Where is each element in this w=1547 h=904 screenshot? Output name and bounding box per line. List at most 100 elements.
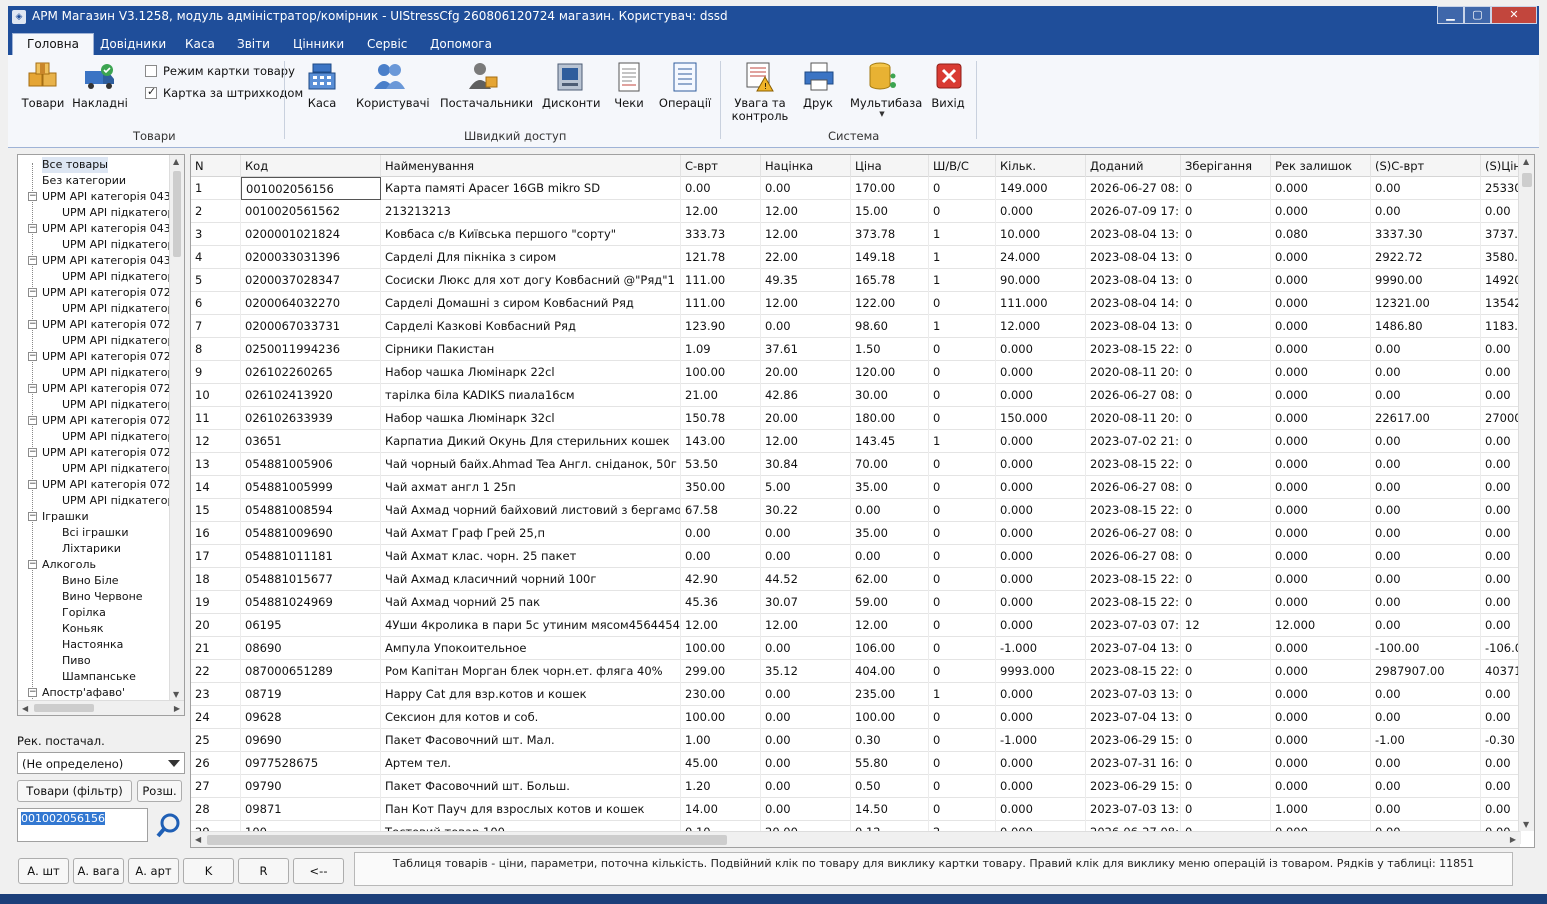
receipts-button[interactable]: Чеки xyxy=(612,61,646,110)
table-cell[interactable]: 0.00 xyxy=(681,545,761,568)
table-row[interactable]: 7 0200067033731 Сарделі Казкові Ковбасний … xyxy=(191,315,1521,338)
table-cell[interactable]: тарілка біла KADIKS пиала16см xyxy=(381,384,681,407)
table-cell[interactable]: 100.00 xyxy=(681,706,761,729)
table-cell[interactable]: 026102260265 xyxy=(241,361,381,384)
table-cell[interactable]: 0 xyxy=(1181,637,1271,660)
table-cell[interactable]: 0.00 xyxy=(1481,775,1521,798)
table-cell[interactable]: 213213213 xyxy=(381,200,681,223)
column-header[interactable]: Зберігання xyxy=(1181,155,1271,177)
table-cell[interactable]: 0 xyxy=(1181,499,1271,522)
table-cell[interactable]: 0 xyxy=(1181,338,1271,361)
table-row[interactable]: 21 08690 Ампула Упокоительное 100.00 0.00 106… xyxy=(191,637,1521,660)
table-cell[interactable]: 0 xyxy=(1181,522,1271,545)
table-cell[interactable]: 0 xyxy=(1181,361,1271,384)
tree-node[interactable]: UPM API підкатегорія xyxy=(62,397,184,413)
table-cell[interactable]: 106.00 xyxy=(851,637,929,660)
table-cell[interactable]: 14.00 xyxy=(681,798,761,821)
table-cell[interactable]: 1 xyxy=(929,683,996,706)
table-cell[interactable]: 12321.00 xyxy=(1371,292,1481,315)
table-cell[interactable]: 373.78 xyxy=(851,223,929,246)
table-cell[interactable]: 1486.80 xyxy=(1371,315,1481,338)
table-cell[interactable]: 12.000 xyxy=(1271,614,1371,637)
table-cell[interactable]: 2023-07-04 13:... xyxy=(1086,706,1181,729)
table-cell[interactable]: 2026-06-27 08:... xyxy=(1086,522,1181,545)
table-cell[interactable]: 24.000 xyxy=(996,246,1086,269)
collapse-icon[interactable]: − xyxy=(28,288,37,297)
table-cell[interactable]: 2023-08-04 13:... xyxy=(1086,246,1181,269)
table-row[interactable]: 23 08719 Happy Cat для взр.котов и кошек 23… xyxy=(191,683,1521,706)
table-cell[interactable]: 0.000 xyxy=(1271,269,1371,292)
table-cell[interactable]: 1.20 xyxy=(681,775,761,798)
table-cell[interactable]: 0 xyxy=(929,752,996,775)
table-cell[interactable]: 0.000 xyxy=(996,568,1086,591)
table-cell[interactable]: 0 xyxy=(929,591,996,614)
table-cell[interactable]: 0 xyxy=(929,407,996,430)
table-cell[interactable]: 0.00 xyxy=(1371,591,1481,614)
collapse-icon[interactable]: − xyxy=(28,448,37,457)
table-cell[interactable]: 0.00 xyxy=(1481,614,1521,637)
table-cell[interactable]: 100.00 xyxy=(681,637,761,660)
scrollbar-thumb[interactable] xyxy=(34,704,94,712)
table-cell[interactable]: 0.080 xyxy=(1271,223,1371,246)
table-cell[interactable]: 111.00 xyxy=(681,292,761,315)
table-cell[interactable]: 3737.8 xyxy=(1481,223,1521,246)
table-cell[interactable]: 0 xyxy=(1181,315,1271,338)
table-cell[interactable]: 2023-06-29 15:... xyxy=(1086,729,1181,752)
table-cell[interactable]: 0.00 xyxy=(1481,476,1521,499)
table-cell[interactable]: 0.000 xyxy=(1271,660,1371,683)
collapse-icon[interactable]: − xyxy=(28,512,37,521)
table-cell[interactable]: 122.00 xyxy=(851,292,929,315)
table-cell[interactable]: 0250011994236 xyxy=(241,338,381,361)
table-cell[interactable]: 143.45 xyxy=(851,430,929,453)
table-cell[interactable]: 0.000 xyxy=(996,545,1086,568)
table-row[interactable]: 27 09790 Пакет Фасовочний шт. Больш. 1.20 0.… xyxy=(191,775,1521,798)
table-cell[interactable]: 2922.72 xyxy=(1371,246,1481,269)
table-cell[interactable]: 0.000 xyxy=(996,361,1086,384)
table-cell[interactable]: 0.000 xyxy=(996,683,1086,706)
barcode-card-checkbox[interactable]: Картка за штрихкодом xyxy=(145,85,303,100)
table-cell[interactable]: 09628 xyxy=(241,706,381,729)
table-cell[interactable]: 0.00 xyxy=(681,177,761,200)
table-cell[interactable]: -1.00 xyxy=(1371,729,1481,752)
table-cell[interactable]: 0.000 xyxy=(1271,453,1371,476)
table-cell[interactable]: 0.00 xyxy=(1371,798,1481,821)
table-cell[interactable]: 2023-06-29 15:... xyxy=(1086,775,1181,798)
table-cell[interactable]: 0.00 xyxy=(1481,384,1521,407)
table-cell[interactable]: Чай Ахмад чорний 25 пак xyxy=(381,591,681,614)
tab-service[interactable]: Сервіс xyxy=(367,37,407,51)
table-cell[interactable]: 150.000 xyxy=(996,407,1086,430)
tree-node[interactable]: UPM API категорія 07232 xyxy=(42,317,184,333)
search-icon[interactable] xyxy=(156,812,182,838)
table-cell[interactable]: 5.00 xyxy=(761,476,851,499)
table-cell[interactable]: 170.00 xyxy=(851,177,929,200)
scroll-down-icon[interactable]: ▼ xyxy=(1523,820,1529,829)
table-cell[interactable]: 4 xyxy=(191,246,241,269)
tree-node[interactable]: UPM API підкатегорія xyxy=(62,333,184,349)
table-cell[interactable]: 0.000 xyxy=(996,430,1086,453)
table-row[interactable]: 24 09628 Сексион для котов и соб. 100.00 0.0… xyxy=(191,706,1521,729)
minimize-button[interactable]: ▁ xyxy=(1437,6,1464,24)
table-cell[interactable]: 0.000 xyxy=(996,706,1086,729)
table-cell[interactable]: Ковбаса с/в Київська першого "сорту" xyxy=(381,223,681,246)
table-cell[interactable]: 55.80 xyxy=(851,752,929,775)
table-cell[interactable]: 026102413920 xyxy=(241,384,381,407)
attention-control-button[interactable]: ! Увага та контроль xyxy=(730,61,790,123)
tree-node[interactable]: UPM API підкатегорія xyxy=(62,237,184,253)
tree-node[interactable]: Апостр'афаво' xyxy=(42,685,125,701)
table-cell[interactable]: 0.00 xyxy=(1371,614,1481,637)
table-cell[interactable]: -1.000 xyxy=(996,637,1086,660)
tree-node[interactable]: UPM API категорія 07232 xyxy=(42,349,184,365)
table-row[interactable]: 4 0200033031396 Сарделі Для пікніка з сиро… xyxy=(191,246,1521,269)
table-cell[interactable]: 0 xyxy=(1181,476,1271,499)
table-cell[interactable]: 30.00 xyxy=(851,384,929,407)
tree-node[interactable]: UPM API підкатегорія xyxy=(62,365,184,381)
r-button[interactable]: R xyxy=(238,858,289,884)
table-cell[interactable]: 0 xyxy=(929,706,996,729)
table-cell[interactable]: 0 xyxy=(929,798,996,821)
table-cell[interactable]: 0.000 xyxy=(1271,637,1371,660)
table-cell[interactable]: 0.000 xyxy=(1271,752,1371,775)
table-cell[interactable]: 20.00 xyxy=(761,361,851,384)
goods-table[interactable]: N Код Найменування С-врт Націнка Ціна Ш/В/С Кіл… xyxy=(190,154,1535,848)
table-cell[interactable]: 1183.2 xyxy=(1481,315,1521,338)
table-cell[interactable]: 0.00 xyxy=(681,522,761,545)
